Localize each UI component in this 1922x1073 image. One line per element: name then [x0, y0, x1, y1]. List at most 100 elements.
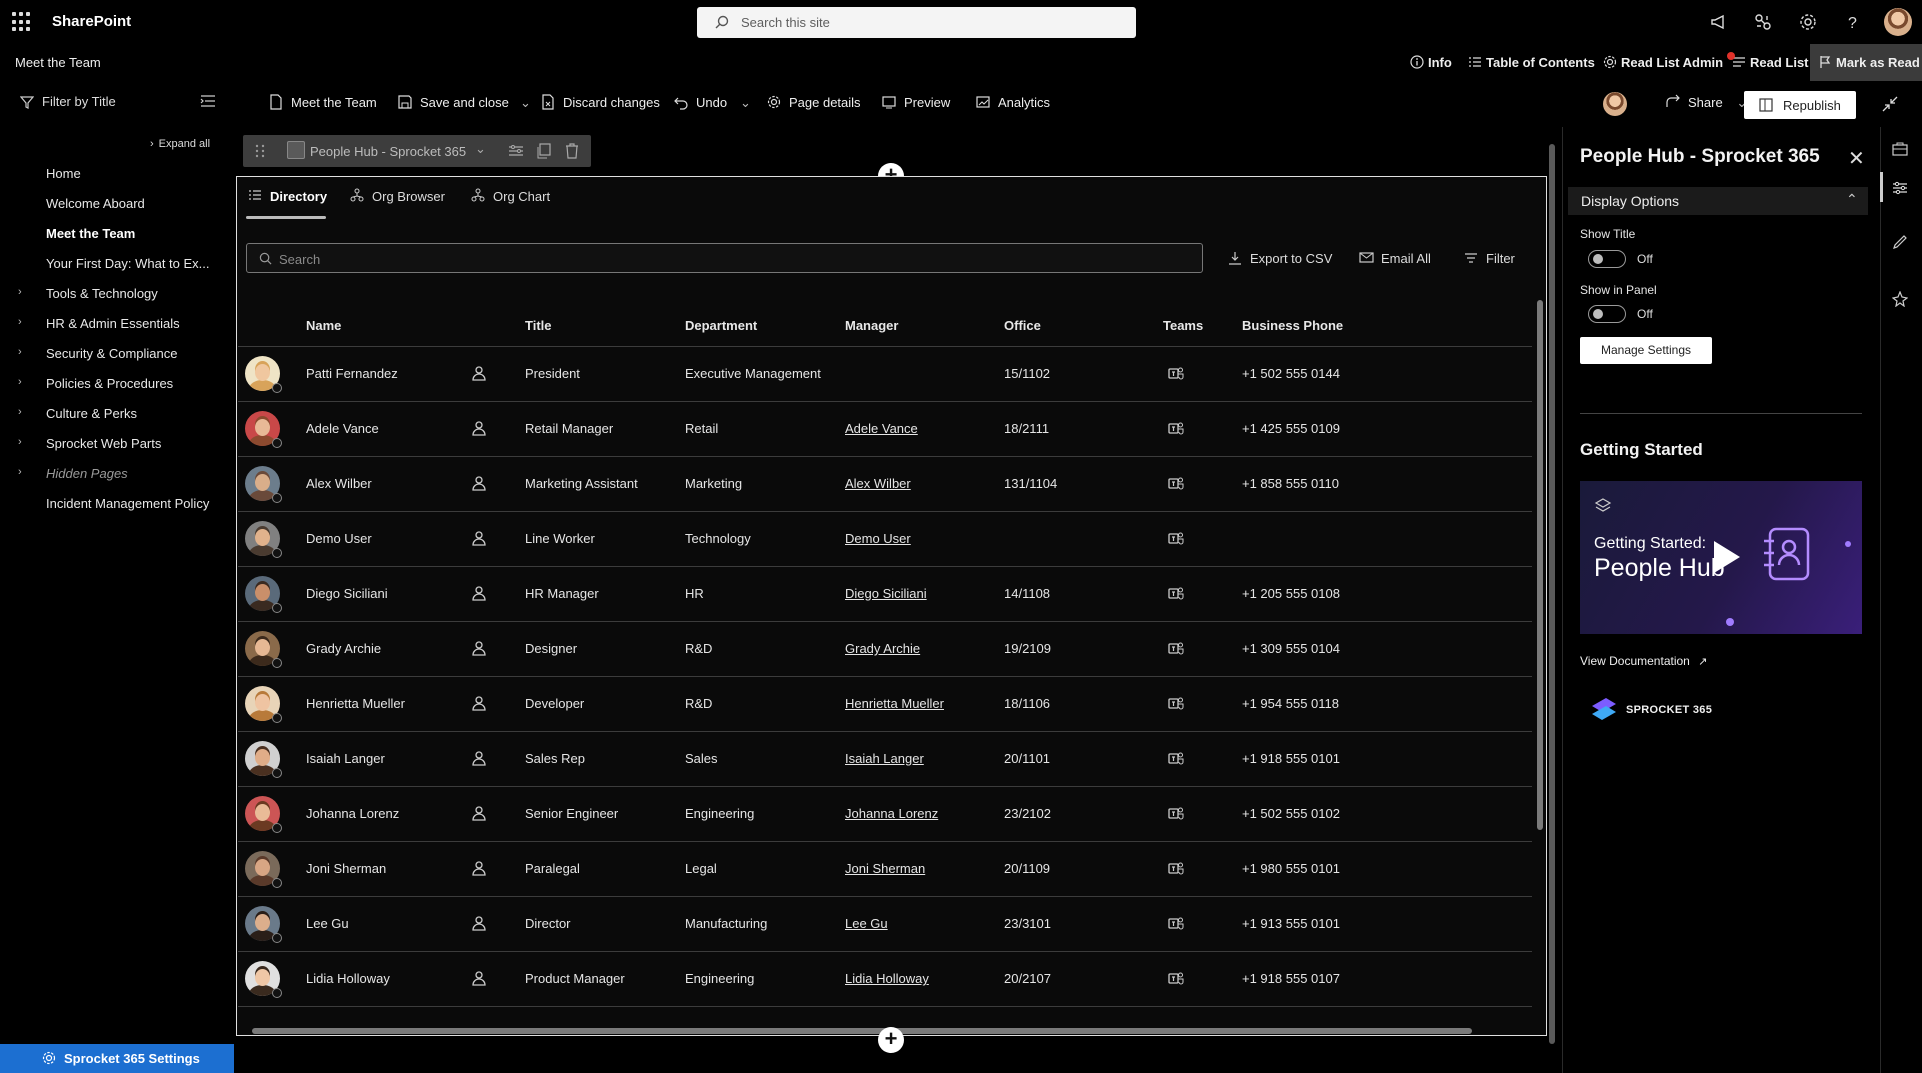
- nav-item-security-compliance[interactable]: Security & Compliance: [46, 346, 178, 361]
- teams-icon[interactable]: [1168, 806, 1184, 821]
- preview-button[interactable]: Preview: [882, 95, 950, 110]
- help-icon[interactable]: ?: [1842, 11, 1864, 33]
- table-row[interactable]: Grady Archie Designer R&D Grady Archie 19/21…: [238, 621, 1532, 676]
- teams-icon[interactable]: [1168, 971, 1184, 986]
- read-list-admin-button[interactable]: Read List Admin: [1603, 55, 1723, 70]
- contact-card-icon[interactable]: [472, 476, 486, 491]
- contact-card-icon[interactable]: [472, 751, 486, 766]
- nav-item-tools-technology[interactable]: Tools & Technology: [46, 286, 158, 301]
- tab-directory[interactable]: Directory: [249, 189, 327, 204]
- show-in-panel-toggle[interactable]: [1588, 305, 1626, 323]
- chevron-right-icon[interactable]: ›: [18, 436, 22, 448]
- close-icon[interactable]: ✕: [1848, 146, 1865, 171]
- contact-card-icon[interactable]: [472, 586, 486, 601]
- nav-item-home[interactable]: Home: [46, 166, 81, 181]
- cell-manager-link[interactable]: Demo User: [845, 531, 911, 546]
- table-row[interactable]: Demo User Line Worker Technology Demo User: [238, 511, 1532, 566]
- cell-name[interactable]: Diego Siciliani: [306, 586, 388, 601]
- column-name[interactable]: Name: [306, 318, 341, 333]
- republish-button[interactable]: Republish: [1744, 91, 1856, 119]
- contact-card-icon[interactable]: [472, 696, 486, 711]
- page-details-button[interactable]: Page details: [767, 95, 861, 110]
- teams-icon[interactable]: [1168, 421, 1184, 436]
- nav-item-hr-admin[interactable]: HR & Admin Essentials: [46, 316, 180, 331]
- tab-org-chart[interactable]: Org Chart: [471, 188, 550, 204]
- contact-card-icon[interactable]: [472, 916, 486, 931]
- cell-name[interactable]: Patti Fernandez: [306, 366, 398, 381]
- manage-settings-button[interactable]: Manage Settings: [1580, 337, 1712, 364]
- table-row[interactable]: Lee Gu Director Manufacturing Lee Gu 23/3101…: [238, 896, 1532, 951]
- collapse-icon[interactable]: [1882, 96, 1898, 112]
- chevron-right-icon[interactable]: ›: [18, 406, 22, 418]
- cell-manager-link[interactable]: Alex Wilber: [845, 476, 911, 491]
- export-csv-button[interactable]: Export to CSV: [1229, 251, 1332, 266]
- table-row[interactable]: Henrietta Mueller Developer R&D Henrietta M…: [238, 676, 1532, 731]
- contact-card-icon[interactable]: [472, 531, 486, 546]
- share-hub-icon[interactable]: [1752, 11, 1774, 33]
- sprocket-settings-button[interactable]: Sprocket 365 Settings: [0, 1044, 234, 1073]
- teams-icon[interactable]: [1168, 861, 1184, 876]
- nav-item-hidden-pages[interactable]: Hidden Pages: [46, 466, 128, 481]
- save-and-close-button[interactable]: Save and close: [398, 95, 509, 110]
- contact-card-icon[interactable]: [472, 366, 486, 381]
- cell-name[interactable]: Demo User: [306, 531, 372, 546]
- table-row[interactable]: Johanna Lorenz Senior Engineer Engineering…: [238, 786, 1532, 841]
- gear-icon[interactable]: [1797, 11, 1819, 33]
- collapse-nav-icon[interactable]: [200, 94, 216, 108]
- chevron-right-icon[interactable]: ›: [18, 346, 22, 358]
- user-avatar[interactable]: [1884, 8, 1912, 36]
- teams-icon[interactable]: [1168, 476, 1184, 491]
- undo-button[interactable]: Undo: [674, 95, 727, 110]
- getting-started-video[interactable]: Getting Started: People Hub: [1580, 481, 1862, 634]
- delete-icon[interactable]: [565, 143, 579, 159]
- cell-name[interactable]: Lee Gu: [306, 916, 349, 931]
- cell-name[interactable]: Joni Sherman: [306, 861, 386, 876]
- column-department[interactable]: Department: [685, 318, 757, 333]
- column-manager[interactable]: Manager: [845, 318, 898, 333]
- contact-card-icon[interactable]: [472, 421, 486, 436]
- design-icon[interactable]: [1892, 234, 1908, 250]
- teams-icon[interactable]: [1168, 916, 1184, 931]
- add-section-bottom-button[interactable]: +: [878, 1027, 904, 1053]
- email-all-button[interactable]: Email All: [1359, 251, 1431, 266]
- cell-manager-link[interactable]: Isaiah Langer: [845, 751, 924, 766]
- megaphone-icon[interactable]: [1708, 11, 1730, 33]
- nav-item-your-first-day[interactable]: Your First Day: What to Ex...: [46, 256, 210, 271]
- mark-as-read-button[interactable]: Mark as Read: [1810, 44, 1922, 81]
- filter-button[interactable]: Filter: [1465, 251, 1515, 266]
- cell-name[interactable]: Alex Wilber: [306, 476, 372, 491]
- column-title[interactable]: Title: [525, 318, 552, 333]
- teams-icon[interactable]: [1168, 696, 1184, 711]
- share-button[interactable]: Share ⌄: [1666, 94, 1747, 111]
- discard-changes-button[interactable]: Discard changes: [542, 94, 660, 110]
- app-name[interactable]: SharePoint: [52, 13, 131, 30]
- teams-icon[interactable]: [1168, 366, 1184, 381]
- contact-card-icon[interactable]: [472, 971, 486, 986]
- chevron-down-icon[interactable]: ⌄: [475, 141, 486, 157]
- column-business-phone[interactable]: Business Phone: [1242, 318, 1343, 333]
- cell-name[interactable]: Adele Vance: [306, 421, 379, 436]
- undo-dropdown-chevron-icon[interactable]: ⌄: [740, 95, 751, 111]
- cell-manager-link[interactable]: Grady Archie: [845, 641, 920, 656]
- page-button[interactable]: Meet the Team: [270, 94, 377, 110]
- contact-card-icon[interactable]: [472, 861, 486, 876]
- table-row[interactable]: Patti Fernandez President Executive Manage…: [238, 346, 1532, 401]
- nav-item-policies-procedures[interactable]: Policies & Procedures: [46, 376, 173, 391]
- save-dropdown-chevron-icon[interactable]: ⌄: [520, 95, 531, 111]
- table-row[interactable]: Joni Sherman Paralegal Legal Joni Sherman 20…: [238, 841, 1532, 896]
- filter-by-title[interactable]: Filter by Title: [20, 94, 116, 109]
- edit-properties-icon[interactable]: [508, 143, 524, 159]
- chevron-right-icon[interactable]: ›: [18, 316, 22, 328]
- info-button[interactable]: Info: [1410, 55, 1452, 70]
- site-search-input[interactable]: Search this site: [697, 7, 1136, 38]
- cell-manager-link[interactable]: Diego Siciliani: [845, 586, 927, 601]
- play-icon[interactable]: [1714, 541, 1740, 573]
- cell-name[interactable]: Grady Archie: [306, 641, 381, 656]
- view-documentation-link[interactable]: View Documentation ↗: [1580, 654, 1707, 668]
- cell-manager-link[interactable]: Lidia Holloway: [845, 971, 929, 986]
- table-row[interactable]: Diego Siciliani HR Manager HR Diego Sicilia…: [238, 566, 1532, 621]
- cell-manager-link[interactable]: Lee Gu: [845, 916, 888, 931]
- column-office[interactable]: Office: [1004, 318, 1041, 333]
- column-teams[interactable]: Teams: [1163, 318, 1203, 333]
- read-list-button[interactable]: Read List: [1733, 55, 1809, 70]
